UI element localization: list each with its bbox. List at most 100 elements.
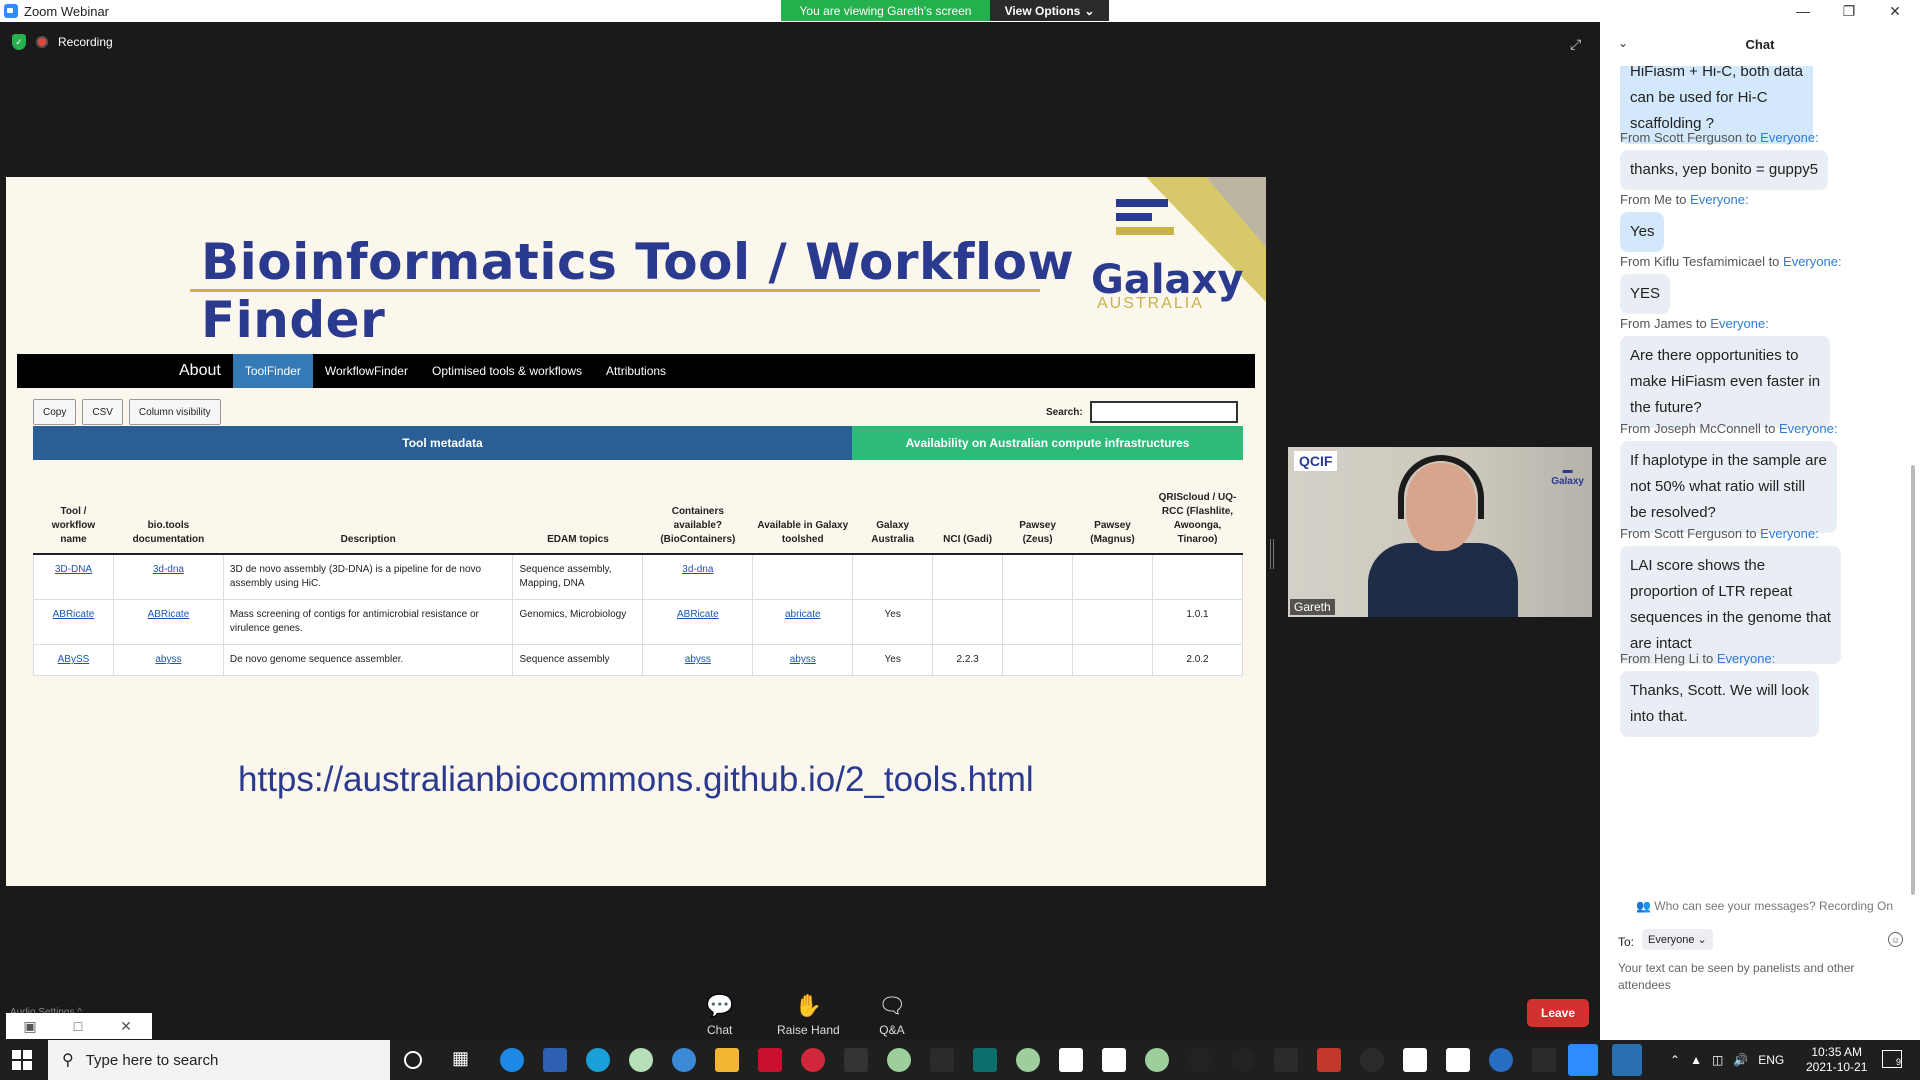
mini-close-icon[interactable]: ✕ xyxy=(102,1018,150,1035)
chat-messages[interactable]: HiFiasm + Hi-C, both data can be used fo… xyxy=(1600,66,1920,902)
table-header-cell[interactable]: Pawsey (Zeus) xyxy=(1002,466,1073,555)
windows-start-icon[interactable] xyxy=(12,1050,32,1070)
view-options-button[interactable]: View Options ⌄ xyxy=(990,0,1109,21)
browser-icon[interactable] xyxy=(672,1048,696,1072)
table-link[interactable]: abyss xyxy=(790,654,816,665)
leave-button[interactable]: Leave xyxy=(1527,999,1589,1027)
nav-toolfinder[interactable]: ToolFinder xyxy=(232,354,313,388)
table-header-cell[interactable]: EDAM topics xyxy=(512,466,643,555)
table-header-cell[interactable]: Pawsey (Magnus) xyxy=(1072,466,1153,555)
volume-icon[interactable]: 🔊 xyxy=(1733,1053,1748,1067)
language-indicator[interactable]: ENG xyxy=(1758,1053,1784,1067)
copy-button[interactable]: Copy xyxy=(33,399,77,425)
table-header-cell[interactable]: Description xyxy=(223,466,513,555)
table-header-cell[interactable]: Galaxy Australia xyxy=(852,466,933,555)
task-view-icon[interactable]: ▦ xyxy=(452,1048,476,1072)
table-link[interactable]: ABRicate xyxy=(148,609,190,620)
chevron-down-icon[interactable]: ⌄ xyxy=(1618,36,1628,50)
app-icon-5[interactable] xyxy=(930,1048,954,1072)
app-icon-14[interactable] xyxy=(1446,1048,1470,1072)
taskbar-search[interactable]: ⚲ Type here to search xyxy=(48,1040,390,1080)
panel-resize-handle[interactable] xyxy=(1270,539,1274,569)
table-cell xyxy=(852,554,933,600)
notification-icon[interactable]: 9 xyxy=(1882,1050,1902,1068)
table-row: ABRicate ABRicate Mass screening of contig… xyxy=(33,599,1244,645)
table-link[interactable]: abyss xyxy=(685,654,711,665)
app-icon-12[interactable] xyxy=(1317,1048,1341,1072)
app-icon-15[interactable] xyxy=(1532,1048,1556,1072)
emoji-icon[interactable]: ☺ xyxy=(1888,932,1903,947)
participant-body xyxy=(1368,543,1518,617)
app-icon-16[interactable] xyxy=(1612,1044,1642,1076)
table-link[interactable]: 3D-DNA xyxy=(55,564,92,575)
table-header-cell[interactable]: Containers available? (BioContainers) xyxy=(642,466,753,555)
fullscreen-icon[interactable]: ⤢ xyxy=(1570,36,1581,53)
close-icon[interactable]: ✕ xyxy=(1872,0,1918,22)
zoom-taskbar-icon[interactable] xyxy=(1568,1044,1598,1076)
app-icon-13[interactable] xyxy=(1403,1048,1427,1072)
app-icon-9[interactable] xyxy=(1188,1048,1212,1072)
csv-button[interactable]: CSV xyxy=(82,399,123,425)
app-icon-3[interactable] xyxy=(801,1048,825,1072)
network-icon[interactable]: ◫ xyxy=(1712,1053,1723,1067)
table-link[interactable]: abyss xyxy=(155,654,181,665)
table-link[interactable]: ABRicate xyxy=(53,609,95,620)
table-cell xyxy=(932,554,1003,600)
minimize-icon[interactable]: — xyxy=(1780,0,1826,22)
participant-video-tile[interactable]: QCIF ▬ Galaxy Gareth xyxy=(1288,447,1592,617)
chrome-icon-4[interactable] xyxy=(1145,1048,1169,1072)
recipient-select[interactable]: Everyone ⌄ xyxy=(1642,929,1713,950)
table-link[interactable]: 3d-dna xyxy=(682,564,713,575)
table-link[interactable]: ABySS xyxy=(58,654,90,665)
table-header-cell[interactable]: Tool / workflow name xyxy=(33,466,114,555)
nav-attributions[interactable]: Attributions xyxy=(594,354,678,388)
app-icon-7[interactable] xyxy=(1059,1048,1083,1072)
chrome-icon-2[interactable] xyxy=(887,1048,911,1072)
raise-hand-control[interactable]: ✋ Raise Hand xyxy=(777,993,840,1037)
chevron-down-icon: ⌄ xyxy=(1084,3,1095,18)
app-icon-1[interactable] xyxy=(543,1048,567,1072)
table-search-label: Search: xyxy=(1046,407,1083,418)
app-icon-8[interactable] xyxy=(1102,1048,1126,1072)
table-link[interactable]: ABRicate xyxy=(677,609,719,620)
chat-panel: Chat ⌄ HiFiasm + Hi-C, both data can be … xyxy=(1600,22,1920,1040)
app-icon-4[interactable] xyxy=(844,1048,868,1072)
table-header-cell[interactable]: Available in Galaxy toolshed xyxy=(752,466,853,555)
qa-control[interactable]: 🗨 Q&A xyxy=(878,993,906,1037)
r-icon[interactable] xyxy=(1489,1048,1513,1072)
nav-optimised[interactable]: Optimised tools & workflows xyxy=(420,354,594,388)
app-icon-11[interactable] xyxy=(1274,1048,1298,1072)
table-search-input[interactable] xyxy=(1090,401,1238,423)
restore-icon[interactable]: ❐ xyxy=(1826,0,1872,22)
internet-explorer-icon[interactable] xyxy=(500,1048,524,1072)
table-link[interactable]: abricate xyxy=(785,609,821,620)
table-header-cell[interactable]: bio.tools documentation xyxy=(113,466,224,555)
table-cell: 2.2.3 xyxy=(932,644,1003,676)
table-cell: 2.0.2 xyxy=(1151,644,1244,676)
who-can-see-label[interactable]: 👥 Who can see your messages? Recording O… xyxy=(1636,899,1893,913)
cortana-icon[interactable] xyxy=(404,1051,422,1069)
nav-about[interactable]: About xyxy=(167,354,233,388)
edge-icon[interactable] xyxy=(586,1048,610,1072)
chat-control[interactable]: 💬 Chat xyxy=(706,993,733,1037)
table-header-cell[interactable]: NCI (Gadi) xyxy=(932,466,1003,555)
column-visibility-button[interactable]: Column visibility xyxy=(128,399,221,425)
table-header-cell[interactable]: QRIScloud / UQ-RCC (Flashlite, Awoonga, … xyxy=(1152,466,1243,555)
file-explorer-icon[interactable] xyxy=(715,1048,739,1072)
app-icon-2[interactable] xyxy=(758,1048,782,1072)
chat-scrollbar[interactable] xyxy=(1911,465,1915,895)
tray-app-icon[interactable]: ▲ xyxy=(1690,1053,1702,1067)
chrome-icon-3[interactable] xyxy=(1016,1048,1040,1072)
taskbar-clock[interactable]: 10:35 AM 2021-10-21 xyxy=(1806,1045,1867,1075)
mini-maximize-icon[interactable]: □ xyxy=(54,1018,102,1034)
tray-chevron-icon[interactable]: ⌃ xyxy=(1670,1053,1680,1067)
mini-zoom-icon[interactable]: ▣ xyxy=(6,1018,54,1035)
github-icon[interactable] xyxy=(1360,1048,1384,1072)
app-icon-6[interactable] xyxy=(973,1048,997,1072)
table-link[interactable]: 3d-dna xyxy=(153,564,184,575)
nav-workflowfinder[interactable]: WorkflowFinder xyxy=(313,354,420,388)
app-icon-10[interactable] xyxy=(1231,1048,1255,1072)
encryption-shield-icon[interactable]: ✓ xyxy=(12,34,26,50)
chat-input[interactable]: Your text can be seen by panelists and o… xyxy=(1618,960,1888,994)
chrome-icon[interactable] xyxy=(629,1048,653,1072)
